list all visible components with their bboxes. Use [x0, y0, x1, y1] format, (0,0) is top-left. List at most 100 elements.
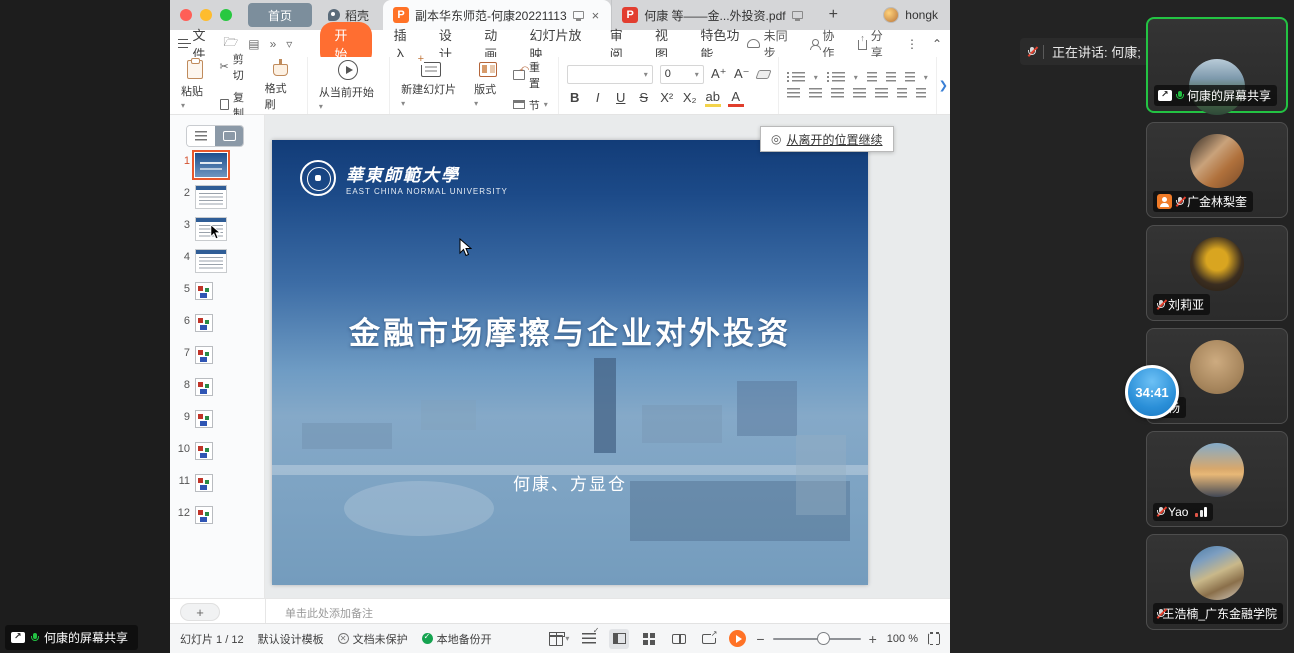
participant-tile-wanghaonan[interactable]: 王浩楠_广东金融学院 [1146, 534, 1288, 630]
current-slide[interactable]: 華東師範大學 EAST CHINA NORMAL UNIVERSITY 金融市场… [272, 140, 868, 585]
paste-button[interactable]: 粘贴 ▾ [178, 58, 212, 113]
new-tab-button[interactable]: + [829, 6, 838, 24]
thumbnail-icon [223, 131, 236, 141]
university-name-en: EAST CHINA NORMAL UNIVERSITY [346, 187, 508, 196]
slide-thumbnail[interactable]: 12 [174, 505, 264, 537]
slide-thumbnail[interactable]: 10 [174, 441, 264, 473]
clear-format-icon[interactable] [755, 70, 771, 79]
close-tab-icon[interactable]: × [590, 8, 602, 23]
distribute-button[interactable] [875, 88, 888, 99]
reading-view-button[interactable] [669, 629, 689, 649]
zoom-window-button[interactable] [220, 9, 232, 21]
fit-to-window-icon[interactable] [928, 633, 940, 645]
zoom-out-button[interactable]: − [756, 631, 764, 647]
home-tab[interactable]: 首页 [248, 3, 312, 27]
slide-thumbnail[interactable]: 11 [174, 473, 264, 505]
add-slide-button[interactable]: + [180, 603, 220, 621]
new-slide-button[interactable]: 新建幻灯片 ▾ [398, 60, 463, 111]
slide-preview [195, 410, 213, 428]
slide-thumbnail[interactable]: 4 [174, 249, 264, 281]
subscript-button[interactable]: X₂ [682, 90, 698, 105]
mouse-cursor [459, 238, 472, 257]
underline-button[interactable]: U [613, 90, 629, 105]
participant-tile-yang[interactable]: 杨 34:41 [1146, 328, 1288, 424]
zoom-slider[interactable] [773, 638, 861, 640]
zoom-slider-thumb[interactable] [817, 632, 830, 645]
template-name[interactable]: 默认设计模板 [258, 631, 324, 647]
cut-button[interactable]: ✂ 剪切 [220, 51, 254, 83]
participant-tile-liuliya[interactable]: 刘莉亚 [1146, 225, 1288, 321]
notes-placeholder[interactable]: 单击此处添加备注 [285, 605, 373, 621]
section-button[interactable]: 节 ▾ [513, 97, 550, 113]
collaborate-button[interactable]: 协作 [810, 27, 844, 61]
sync-status-button[interactable]: 未同步 [747, 27, 796, 61]
projector-view-button[interactable] [699, 629, 719, 649]
text-direction-button[interactable] [897, 88, 907, 99]
slide-number: 8 [174, 379, 190, 391]
more-quick-actions-icon[interactable]: » [270, 37, 277, 51]
strikethrough-button[interactable]: S [636, 90, 652, 105]
slide-thumbnail[interactable]: 5 [174, 281, 264, 313]
more-options-icon[interactable]: ⋮ [906, 37, 918, 51]
screen: 首页 稻壳 P 副本华东师范-何康20221113 × P 何康 等——金...… [0, 0, 1294, 653]
font-size-select[interactable]: 0▾ [660, 65, 704, 84]
slide-preview [195, 185, 227, 209]
slide-thumbnail[interactable]: 8 [174, 377, 264, 409]
thumbnail-view-button[interactable] [215, 126, 243, 146]
participant-tile-yao[interactable]: Yao [1146, 431, 1288, 527]
highlight-color-button[interactable]: ab [705, 89, 721, 107]
customize-toolbar-icon[interactable]: ▿ [286, 37, 292, 51]
slide-thumbnail[interactable]: 1 [174, 153, 264, 185]
gift-promo-button[interactable]: ▾ [549, 629, 569, 649]
align-center-button[interactable] [809, 88, 822, 99]
account-button[interactable]: hongk [883, 7, 938, 23]
local-backup-status[interactable]: 本地备份开 [422, 631, 492, 647]
bold-button[interactable]: B [567, 90, 583, 105]
toolbar-expand-icon[interactable]: ❯ [939, 79, 948, 92]
italic-button[interactable]: I [590, 90, 606, 105]
format-painter-button[interactable]: 格式刷 [262, 57, 299, 114]
resume-position-tooltip[interactable]: ◎ 从离开的位置继续 [760, 126, 894, 152]
minimize-window-button[interactable] [200, 9, 212, 21]
normal-view-button[interactable] [609, 629, 629, 649]
traffic-lights [170, 9, 244, 21]
collapse-ribbon-icon[interactable]: ⌃ [932, 37, 942, 51]
slideshow-play-button[interactable] [729, 630, 746, 647]
slide-thumbnail[interactable]: 6 [174, 313, 264, 345]
line-spacing-button[interactable] [905, 72, 915, 83]
numbered-list-button[interactable] [832, 72, 845, 83]
reset-button[interactable]: 重置 [513, 59, 550, 91]
font-family-select[interactable]: ▾ [567, 65, 653, 84]
close-window-button[interactable] [180, 9, 192, 21]
font-color-button[interactable]: A [728, 89, 744, 107]
slide-sorter-view-button[interactable] [639, 629, 659, 649]
superscript-button[interactable]: X² [659, 90, 675, 105]
university-logo: 華東師範大學 EAST CHINA NORMAL UNIVERSITY [300, 160, 508, 196]
slide-thumbnail[interactable]: 9 [174, 409, 264, 441]
meeting-panel: 正在讲话: 何康; 何康的屏幕共享 广金林梨奎 [950, 0, 1294, 653]
participant-tile-hekang[interactable]: 何康的屏幕共享 [1146, 17, 1288, 113]
bullet-list-button[interactable] [792, 72, 805, 83]
columns-button[interactable] [916, 88, 926, 99]
align-right-button[interactable] [831, 88, 844, 99]
play-from-current-button[interactable]: 从当前开始 ▾ [316, 58, 381, 114]
save-icon[interactable]: ▤ [248, 37, 259, 51]
justify-button[interactable] [853, 88, 866, 99]
task-outline-button[interactable] [579, 629, 599, 649]
cloud-icon [747, 39, 760, 48]
slide-preview [195, 442, 213, 460]
participant-tile-linlikui[interactable]: 广金林梨奎 [1146, 122, 1288, 218]
decrease-font-button[interactable]: A⁻ [734, 66, 750, 82]
increase-indent-button[interactable] [886, 72, 896, 83]
outline-view-button[interactable] [187, 126, 215, 146]
zoom-in-button[interactable]: + [869, 631, 877, 647]
document-protection-status[interactable]: ✕ 文档未保护 [338, 631, 408, 647]
increase-font-button[interactable]: A⁺ [711, 66, 727, 82]
share-button[interactable]: 分享 [858, 27, 892, 61]
align-left-button[interactable] [787, 88, 800, 99]
decrease-indent-button[interactable] [867, 72, 877, 83]
slide-thumbnail[interactable]: 7 [174, 345, 264, 377]
slide-thumbnail[interactable]: 2 [174, 185, 264, 217]
layout-button[interactable]: 版式 ▾ [471, 60, 505, 111]
slide-number: 3 [174, 219, 190, 231]
